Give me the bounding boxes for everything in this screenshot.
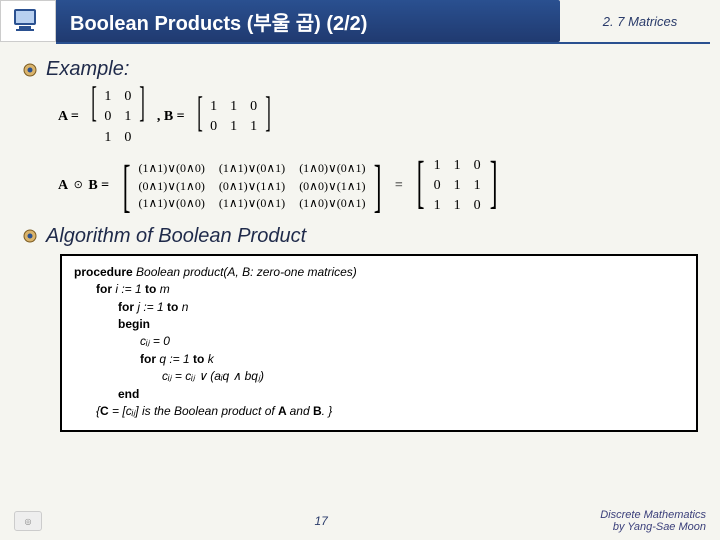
label-A: A =	[58, 107, 79, 127]
slide-title: Boolean Products (부울 곱) (2/2)	[56, 0, 560, 42]
bullet-algorithm-text: Algorithm of Boolean Product	[46, 225, 306, 248]
math-product-row: A ⊙ B = [ (1∧1)∨(0∧0)(1∧1)∨(0∧1)(1∧0)∨(0…	[58, 156, 698, 217]
equals-sign: =	[395, 176, 403, 196]
algo-line-6: for q := 1 to k	[140, 351, 684, 368]
bullet-algorithm: Algorithm of Boolean Product	[22, 225, 698, 248]
matrix-AB-expr: [ (1∧1)∨(0∧0)(1∧1)∨(0∧1)(1∧0)∨(0∧1) (0∧1…	[117, 160, 387, 212]
slide-footer: ◎ 17 Discrete Mathematics by Yang-Sae Mo…	[0, 509, 720, 534]
algo-line-1: procedure Boolean product(A, B: zero-one…	[74, 264, 684, 281]
algo-line-9: {C = [cᵢⱼ] is the Boolean product of A a…	[96, 403, 684, 420]
algo-line-8: end	[118, 386, 684, 403]
algo-line-4: begin	[118, 316, 684, 333]
section-label: 2. 7 Matrices	[560, 0, 720, 42]
algo-line-2: for i := 1 to m	[96, 281, 684, 298]
boolean-product-op-icon: ⊙	[74, 178, 83, 194]
footer-credit: Discrete Mathematics by Yang-Sae Moon	[600, 509, 706, 534]
monitor-icon	[11, 6, 45, 36]
bullet-example-text: Example:	[46, 58, 129, 81]
bullet-example: Example:	[22, 58, 698, 81]
label-AB-B: B =	[88, 178, 109, 193]
algo-line-3: for j := 1 to n	[118, 299, 684, 316]
page-number: 17	[42, 514, 600, 528]
label-AB-A: A	[58, 178, 68, 193]
header-corner-icon	[0, 0, 56, 42]
math-definition-row: A = [ 10 01 10 ] , B = [ 110 011 ]	[58, 87, 698, 148]
matrix-A: [ 10 01 10 ]	[87, 87, 149, 148]
bullet-icon	[22, 228, 38, 244]
slide-header: Boolean Products (부울 곱) (2/2) 2. 7 Matri…	[0, 0, 720, 42]
university-logo-icon: ◎	[14, 511, 42, 531]
matrix-B: [ 110 011 ]	[193, 97, 275, 138]
bullet-icon	[22, 62, 38, 78]
algorithm-box: procedure Boolean product(A, B: zero-one…	[60, 254, 698, 433]
algo-line-5: cᵢⱼ = 0	[140, 333, 684, 350]
matrix-AB-result: [ 110 011 110 ]	[411, 156, 504, 217]
algo-line-7: cᵢⱼ = cᵢⱼ ∨ (aᵢq ∧ bqⱼ)	[162, 368, 684, 385]
label-B: , B =	[157, 107, 185, 127]
